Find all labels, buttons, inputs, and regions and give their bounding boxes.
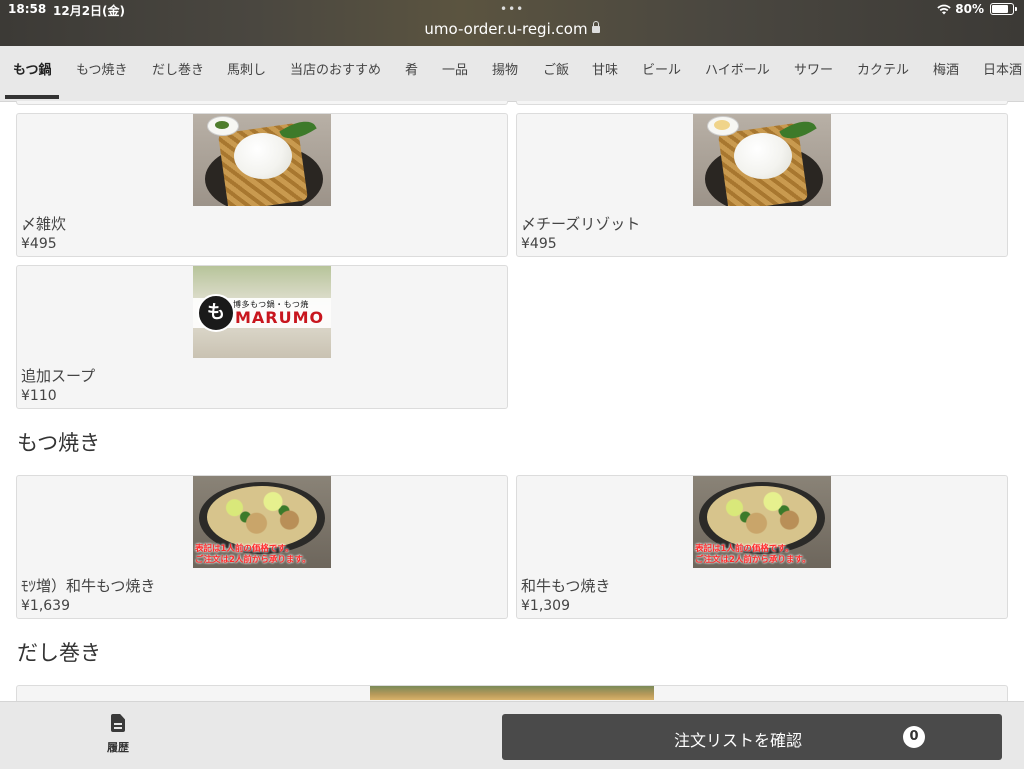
item-price: ¥110 xyxy=(21,388,57,404)
tab-kanmi[interactable]: 甘味 xyxy=(592,46,618,99)
dashimaki-image xyxy=(370,686,654,700)
menu-item-extra-soup[interactable]: も 博多もつ鍋・もつ焼 MARUMO 追加スープ ¥110 xyxy=(16,265,508,409)
category-tabs: もつ鍋 もつ焼き だし巻き 馬刺し 当店のおすすめ 肴 一品 揚物 ご飯 甘味 … xyxy=(0,46,1024,102)
item-name: ﾓﾂ増）和牛もつ焼き xyxy=(21,577,156,595)
more-dots-icon[interactable]: ••• xyxy=(500,2,524,16)
tab-beer[interactable]: ビール xyxy=(642,46,681,99)
tab-basashi[interactable]: 馬刺し xyxy=(227,46,266,99)
marumo-logo-text: MARUMO xyxy=(235,308,325,327)
lock-icon xyxy=(591,21,600,33)
tab-sour[interactable]: サワー xyxy=(794,46,833,99)
tab-agemono[interactable]: 揚物 xyxy=(492,46,518,99)
item-name: 和牛もつ焼き xyxy=(521,577,611,595)
marumo-logo-mark: も xyxy=(197,294,235,332)
tab-motsuyaki[interactable]: もつ焼き xyxy=(76,46,127,99)
tab-gohan[interactable]: ご飯 xyxy=(543,46,569,99)
tab-sake[interactable]: 日本酒 xyxy=(983,46,1022,99)
history-button[interactable]: 履歴 xyxy=(96,714,140,755)
order-list-button[interactable]: 注文リストを確認 0 xyxy=(502,714,1002,760)
item-name: 〆雑炊 xyxy=(21,215,67,233)
menu-item-dashimaki[interactable] xyxy=(16,685,1008,701)
tab-umeshu[interactable]: 梅酒 xyxy=(933,46,959,99)
menu-item-wagyu-motsuyaki[interactable]: 表記は1人前の価格です。 ご注文は2人前から承ります。 和牛もつ焼き ¥1,30… xyxy=(516,475,1008,619)
tab-sakana[interactable]: 肴 xyxy=(405,46,418,99)
menu-card-partial[interactable] xyxy=(516,101,1008,105)
status-right: 80% xyxy=(937,2,1017,16)
history-label: 履歴 xyxy=(107,741,129,754)
battery-icon xyxy=(990,3,1017,15)
document-icon xyxy=(111,714,125,732)
tab-cocktail[interactable]: カクテル xyxy=(857,46,909,99)
motsuyaki-image: 表記は1人前の価格です。 ご注文は2人前から承ります。 xyxy=(693,476,831,568)
image-note: 表記は1人前の価格です。 ご注文は2人前から承ります。 xyxy=(695,544,811,565)
url-bar[interactable]: umo-order.u-regi.com xyxy=(0,20,1024,38)
motsuyaki-image: 表記は1人前の価格です。 ご注文は2人前から承ります。 xyxy=(193,476,331,568)
menu-item-zosui[interactable]: 〆雑炊 ¥495 xyxy=(16,113,508,257)
tab-recommended[interactable]: 当店のおすすめ xyxy=(290,46,381,99)
tab-motsunabe[interactable]: もつ鍋 xyxy=(4,46,61,99)
menu-item-cheese-risotto[interactable]: 〆チーズリゾット ¥495 xyxy=(516,113,1008,257)
browser-top-bar: 18:58 12月2日(金) ••• 80% umo-order.u-regi.… xyxy=(0,0,1024,46)
item-price: ¥1,309 xyxy=(521,598,570,614)
section-title-motsuyaki: もつ焼き xyxy=(17,431,101,455)
bottom-bar: 履歴 注文リストを確認 0 xyxy=(0,701,1024,769)
tab-ippin[interactable]: 一品 xyxy=(442,46,468,99)
section-title-dashimaki: だし巻き xyxy=(17,641,101,665)
tab-highball[interactable]: ハイボール xyxy=(705,46,770,99)
cheese-risotto-image xyxy=(693,114,831,206)
status-date: 12月2日(金) xyxy=(53,4,126,18)
url-text: umo-order.u-regi.com xyxy=(424,20,588,38)
zosui-image xyxy=(193,114,331,206)
tab-dashimaki[interactable]: だし巻き xyxy=(152,46,204,99)
menu-card-partial[interactable] xyxy=(16,101,508,105)
item-name: 〆チーズリゾット xyxy=(521,215,641,233)
marumo-logo-image: も 博多もつ鍋・もつ焼 MARUMO xyxy=(193,266,331,358)
item-price: ¥495 xyxy=(21,236,57,252)
menu-item-wagyu-motsuyaki-large[interactable]: 表記は1人前の価格です。 ご注文は2人前から承ります。 ﾓﾂ増）和牛もつ焼き ¥… xyxy=(16,475,508,619)
battery-percent: 80% xyxy=(955,2,984,16)
order-count-badge: 0 xyxy=(903,726,925,748)
wifi-icon xyxy=(937,4,951,14)
status-time: 18:58 xyxy=(8,2,47,16)
item-name: 追加スープ xyxy=(21,367,96,385)
item-price: ¥1,639 xyxy=(21,598,70,614)
image-note: 表記は1人前の価格です。 ご注文は2人前から承ります。 xyxy=(195,544,311,565)
menu-list[interactable]: 〆雑炊 ¥495 〆チーズリゾット ¥495 も 博多もつ鍋・もつ焼 MARUM… xyxy=(0,101,1024,701)
item-price: ¥495 xyxy=(521,236,557,252)
